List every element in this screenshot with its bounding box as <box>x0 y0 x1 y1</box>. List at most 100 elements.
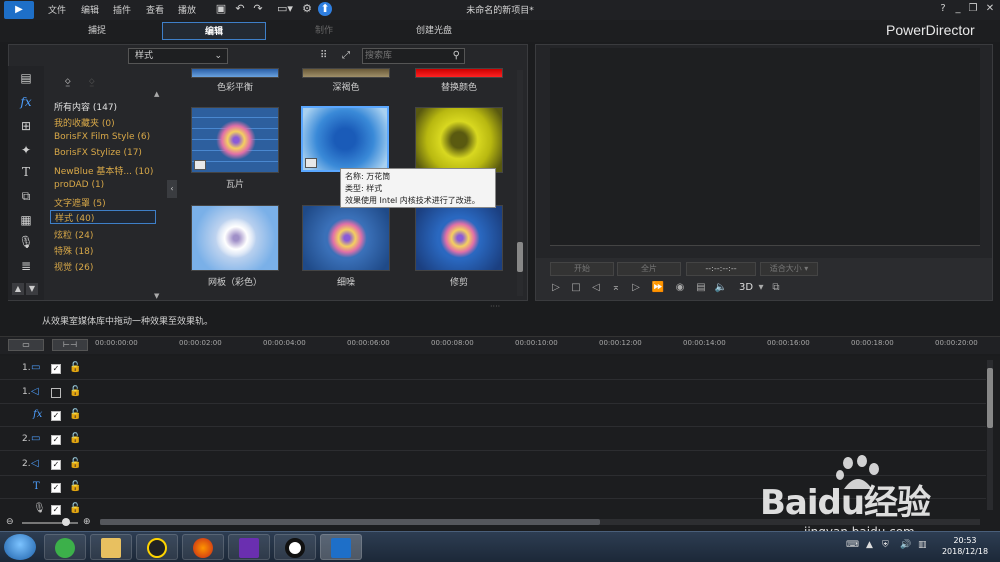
menu-view[interactable]: 查看 <box>146 3 164 16</box>
effect-thumbnail[interactable] <box>191 107 279 173</box>
timecode-display[interactable]: --:--:--:-- <box>686 262 756 276</box>
keyboard-icon[interactable]: ⌨ <box>846 540 859 550</box>
menu-plugins[interactable]: 插件 <box>113 3 131 16</box>
category-item[interactable]: 炫粒 (24) <box>54 228 93 242</box>
particle-room-icon[interactable]: ✦ <box>18 142 34 158</box>
save-icon[interactable]: ▣ <box>214 2 228 16</box>
expand-icon[interactable]: ⤢ <box>342 50 354 62</box>
category-item[interactable]: BorisFX Stylize (17) <box>54 148 142 162</box>
track-audio-1[interactable]: 1. ◁ 🔓 <box>0 382 986 404</box>
effect-thumbnail[interactable] <box>415 68 503 78</box>
category-item[interactable]: 特殊 (18) <box>54 244 93 258</box>
taskbar-app-browser[interactable] <box>44 534 86 560</box>
upgrade-icon[interactable]: ⬆ <box>318 2 332 16</box>
media-room-icon[interactable]: ▤ <box>18 70 34 86</box>
lock-icon[interactable]: 🔓 <box>69 409 81 420</box>
transition-room-icon[interactable]: ⧉ <box>18 188 34 204</box>
category-item[interactable]: 所有内容 (147) <box>54 100 117 114</box>
redo-icon[interactable]: ↷ <box>251 2 265 16</box>
tab-capture[interactable]: 捕捉 <box>45 22 149 40</box>
split-icon[interactable]: ⌅ <box>609 281 623 295</box>
track-effect[interactable]: fx ✓ 🔓 <box>0 405 986 427</box>
pip-room-icon[interactable]: ⊞ <box>18 118 34 134</box>
effect-room-icon[interactable]: fx <box>18 94 34 110</box>
effect-thumbnail[interactable] <box>415 205 503 271</box>
track-enable-checkbox[interactable]: ✓ <box>51 505 61 515</box>
menu-edit[interactable]: 编辑 <box>81 3 99 16</box>
minimize-icon[interactable]: _ <box>951 2 965 16</box>
volume-tray-icon[interactable]: 🔊 <box>900 540 911 550</box>
lock-icon[interactable]: 🔓 <box>69 433 81 444</box>
category-item[interactable]: proDAD (1) <box>54 180 104 194</box>
category-item[interactable]: BorisFX Film Style (6) <box>54 132 150 146</box>
subtitle-icon[interactable]: ▤ <box>694 281 708 295</box>
snapshot-icon[interactable]: ◉ <box>673 281 687 295</box>
lock-icon[interactable]: 🔓 <box>69 481 81 492</box>
system-clock[interactable]: 20:53 2018/12/18 <box>940 535 990 557</box>
panel-divider-handle[interactable]: ···· <box>490 302 500 311</box>
lock-icon[interactable]: 🔓 <box>69 503 81 514</box>
timeline-view-button[interactable]: ▭ <box>8 339 44 351</box>
chapter-room-icon[interactable]: ≣ <box>18 258 34 274</box>
track-enable-checkbox[interactable]: ✓ <box>51 460 61 470</box>
effect-thumbnail[interactable] <box>302 205 390 271</box>
network-icon[interactable]: ▥ <box>918 540 927 550</box>
scroll-thumb[interactable] <box>100 519 600 525</box>
scroll-down-icon[interactable]: ▼ <box>154 292 159 300</box>
category-item[interactable]: NewBlue 基本特... (10) <box>54 164 153 178</box>
detach-preview-icon[interactable]: ⧉ <box>769 281 783 295</box>
taskbar-app-explorer[interactable] <box>90 534 132 560</box>
taskbar-app-qq[interactable] <box>136 534 178 560</box>
stop-icon[interactable]: □ <box>569 281 583 295</box>
play-icon[interactable]: ▷ <box>549 281 563 295</box>
next-frame-icon[interactable]: ▷ <box>629 281 643 295</box>
sidebar-up-icon[interactable]: ▲ <box>12 283 24 295</box>
track-enable-checkbox[interactable] <box>51 388 61 398</box>
category-item[interactable]: 视觉 (26) <box>54 260 93 274</box>
track-enable-checkbox[interactable]: ✓ <box>51 483 61 493</box>
security-icon[interactable]: ⛨ <box>882 540 889 550</box>
chevron-down-icon[interactable]: ▾ <box>754 281 768 295</box>
volume-icon[interactable]: 🔈 <box>714 281 728 295</box>
zoom-slider-handle[interactable] <box>62 518 70 526</box>
category-filter-select[interactable]: 样式 ⌄ <box>128 48 228 64</box>
tab-create-disc[interactable]: 创建光盘 <box>382 22 486 40</box>
tab-edit[interactable]: 编辑 <box>162 22 266 40</box>
zoom-in-icon[interactable]: ⊕ <box>83 517 91 527</box>
start-button[interactable] <box>4 534 36 560</box>
search-input[interactable] <box>365 50 445 62</box>
library-scrollbar[interactable] <box>517 70 523 296</box>
3d-mode-button[interactable]: 3D <box>736 281 756 295</box>
settings-gear-icon[interactable]: ⚙ <box>300 2 314 16</box>
aspect-ratio-icon[interactable]: ▭▾ <box>272 2 298 16</box>
category-item-selected[interactable]: 样式 (40) <box>50 210 156 224</box>
category-item[interactable]: 我的收藏夹 (0) <box>54 116 115 130</box>
audio-mix-room-icon[interactable]: ▦ <box>18 212 34 228</box>
tab-produce[interactable]: 制作 <box>272 22 376 40</box>
track-video-2[interactable]: 2. ▭ ✓ 🔓 <box>0 429 986 451</box>
tray-expand-icon[interactable]: ▲ <box>866 540 873 550</box>
track-enable-checkbox[interactable]: ✓ <box>51 364 61 374</box>
collapse-panel-button[interactable]: ‹ <box>167 180 177 198</box>
prev-frame-icon[interactable]: ◁ <box>589 281 603 295</box>
menu-file[interactable]: 文件 <box>48 3 66 16</box>
help-icon[interactable]: ? <box>936 2 950 16</box>
mark-in-button[interactable]: 开始 <box>550 262 614 276</box>
restore-icon[interactable]: ❐ <box>966 2 980 16</box>
delete-tag-icon[interactable]: ⍚ <box>88 72 96 88</box>
voice-over-icon[interactable]: 🎙 <box>18 234 34 250</box>
search-icon[interactable]: ⚲ <box>453 50 460 61</box>
mark-out-button[interactable]: 全片 <box>617 262 681 276</box>
fit-timeline-button[interactable]: ⊢⊣ <box>52 339 88 351</box>
effect-thumbnail-selected[interactable] <box>301 106 389 172</box>
close-icon[interactable]: ✕ <box>983 2 997 16</box>
title-room-icon[interactable]: T <box>18 164 34 180</box>
taskbar-app-recorder[interactable] <box>274 534 316 560</box>
scroll-thumb[interactable] <box>987 368 993 428</box>
lock-icon[interactable]: 🔓 <box>69 386 81 397</box>
track-enable-checkbox[interactable]: ✓ <box>51 435 61 445</box>
category-item[interactable]: 文字遮罩 (5) <box>54 196 106 210</box>
undo-icon[interactable]: ↶ <box>233 2 247 16</box>
effect-thumbnail[interactable] <box>302 68 390 78</box>
grid-view-icon[interactable]: ⠿ <box>320 50 332 62</box>
